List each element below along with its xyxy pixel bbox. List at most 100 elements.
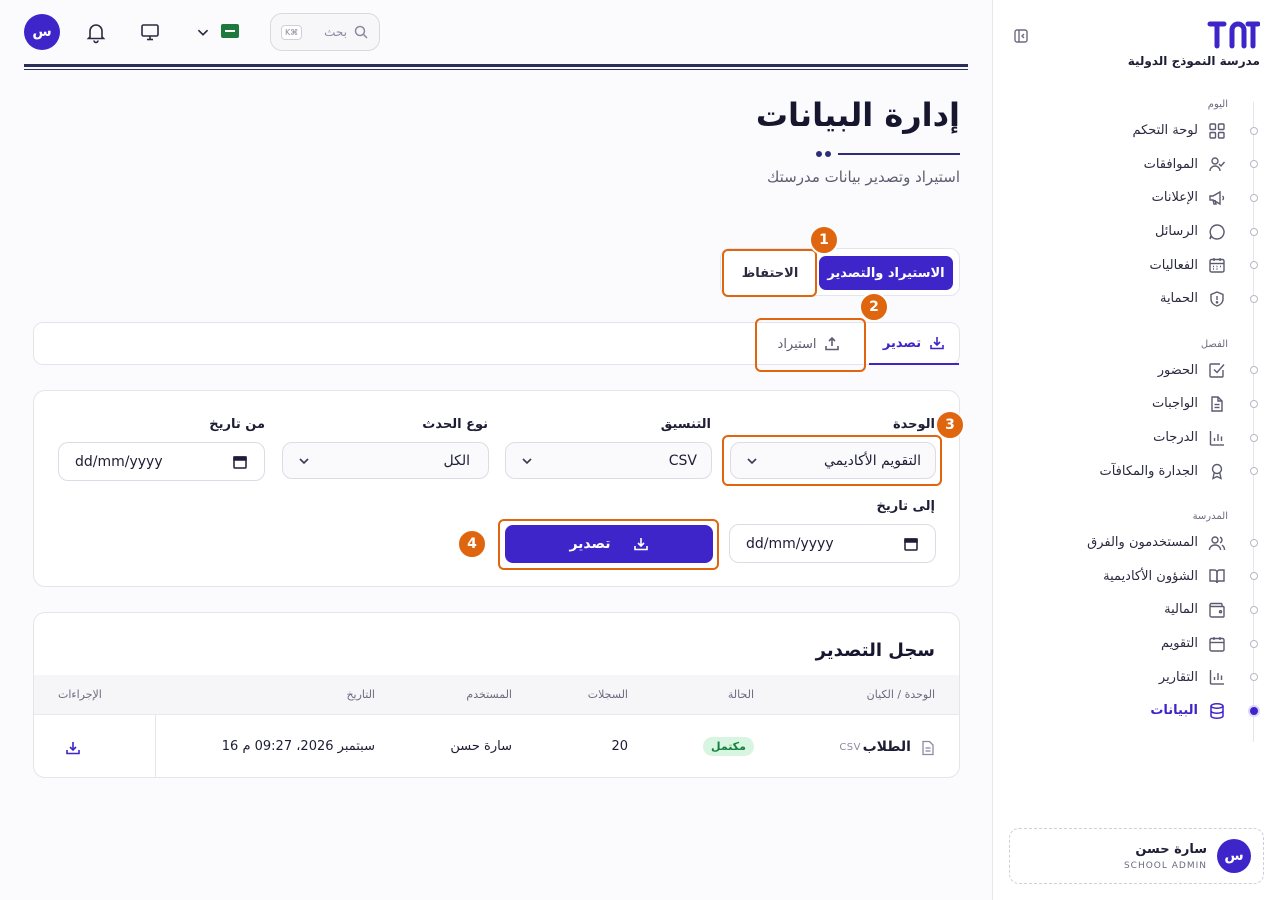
sidebar-item-announcements[interactable]: الإعلانات [992, 181, 1280, 215]
nav-dot [1250, 538, 1258, 547]
column-header-user: المستخدم [466, 688, 512, 701]
sidebar-item-academics[interactable]: الشؤون الأكاديمية [992, 560, 1280, 594]
nav-dot [1250, 399, 1258, 408]
to-date-input[interactable]: dd/mm/yyyy [729, 524, 936, 563]
sidebar-item-calendar[interactable]: التقويم [992, 627, 1280, 661]
calendar-icon[interactable] [232, 454, 248, 470]
column-header-actions: الإجراءات [58, 688, 102, 701]
monitor-icon[interactable] [138, 20, 162, 44]
column-header-date: التاريخ [346, 688, 375, 701]
sidebar-item-label: الحماية [1159, 291, 1198, 307]
format-label: التنسيق [660, 417, 711, 432]
annotation-marker-1: 1 [809, 225, 839, 255]
nav-dot [1250, 366, 1258, 375]
sidebar-item-finance[interactable]: المالية [992, 593, 1280, 627]
search-input[interactable]: بحث K⌘ [270, 13, 380, 51]
bell-icon[interactable] [84, 20, 108, 44]
annotation-marker-2: 2 [859, 292, 889, 322]
from-date-label: من تاريخ [209, 417, 265, 432]
nav-dot [1250, 227, 1258, 236]
sidebar-item-dashboard[interactable]: لوحة التحكم [992, 114, 1280, 148]
chevron-down-icon[interactable] [192, 20, 214, 44]
sidebar-item-data[interactable]: البيانات [992, 694, 1280, 728]
sidebar-item-users[interactable]: المستخدمون والفرق [992, 526, 1280, 560]
download-export-button[interactable] [62, 737, 84, 759]
export-log-title: سجل التصدير [815, 640, 935, 661]
sidebar-item-label: الشؤون الأكاديمية [1103, 568, 1198, 584]
bar-chart-icon [1209, 430, 1224, 446]
table-header: الوحدة / الكيان الحالة السجلات المستخدم … [34, 675, 959, 715]
column-divider [155, 715, 156, 777]
sidebar-item-label: الموافقات [1143, 156, 1198, 172]
school-name: مدرسة النموذج الدولية [1127, 54, 1260, 68]
checkbox-icon [1209, 363, 1225, 379]
format-value: CSV [668, 452, 697, 469]
shield-icon [1210, 291, 1224, 307]
tab-export[interactable]: تصدير [869, 323, 959, 365]
language-flag-icon[interactable] [221, 24, 239, 38]
format-select[interactable]: CSV [505, 442, 712, 479]
nav-dot [1250, 193, 1258, 202]
bar-chart-icon [1209, 670, 1224, 685]
header-divider-thin [24, 69, 968, 70]
dashboard-icon [1209, 123, 1225, 139]
keyboard-shortcut: K⌘ [281, 24, 303, 40]
nav-section-class: الفصل [1200, 338, 1228, 350]
row-date: 16 سبتمبر 2026، 09:27 م [221, 739, 375, 754]
user-meta: سارة حسن SCHOOL ADMIN [1124, 842, 1207, 871]
sidebar-item-label: الرسائل [1154, 224, 1198, 240]
annotation-highlight-3 [722, 435, 942, 486]
sidebar-item-label: لوحة التحكم [1132, 123, 1198, 139]
records-count: 20 [611, 739, 628, 754]
sidebar-item-homework[interactable]: الواجبات [992, 387, 1280, 421]
tab-import-export[interactable]: الاستيراد والتصدير [819, 256, 953, 290]
collapse-sidebar-icon[interactable] [1013, 28, 1029, 44]
nav-dot [1250, 160, 1258, 169]
nav-dot [1250, 673, 1258, 682]
sidebar-item-protection[interactable]: الحماية [992, 282, 1280, 316]
export-filter-card: الوحدة التقويم الأكاديمي التنسيق CSV نوع… [33, 390, 960, 587]
sidebar-item-label: الحضور [1157, 362, 1198, 378]
sidebar-item-label: التقارير [1158, 669, 1198, 685]
sidebar-item-reports[interactable]: التقارير [992, 660, 1280, 694]
column-header-status: الحالة [727, 688, 754, 701]
user-role: SCHOOL ADMIN [1123, 860, 1207, 871]
database-icon [1210, 702, 1224, 719]
sidebar-nav: اليوم لوحة التحكم الموافقات الإعلانات ال… [992, 96, 1280, 742]
nav-dot [1250, 294, 1258, 303]
event-type-select[interactable]: الكل [282, 442, 489, 479]
top-avatar[interactable]: س [24, 14, 60, 50]
avatar: س [1217, 839, 1251, 873]
column-header-records: السجلات [587, 688, 628, 701]
nav-dot [1250, 126, 1258, 135]
sidebar-item-label: الدرجات [1153, 430, 1198, 446]
users-icon [1208, 536, 1226, 550]
title-underline [816, 151, 960, 157]
to-date-placeholder: dd/mm/yyyy [746, 535, 834, 552]
megaphone-icon [1209, 190, 1225, 206]
header-divider [24, 64, 968, 67]
page-title: إدارة البيانات [755, 96, 960, 134]
sidebar-item-merits[interactable]: الجدارة والمكافآت [992, 454, 1280, 488]
from-date-input[interactable]: dd/mm/yyyy [58, 442, 265, 481]
row-user: سارة حسن [450, 739, 512, 754]
sidebar-item-label: الجدارة والمكافآت [1099, 463, 1198, 479]
sidebar-item-label: البيانات [1150, 703, 1198, 719]
sidebar-item-grades[interactable]: الدرجات [992, 421, 1280, 455]
sidebar-item-events[interactable]: الفعاليات [992, 248, 1280, 282]
chevron-down-icon [522, 457, 532, 464]
sidebar-item-attendance[interactable]: الحضور [992, 354, 1280, 388]
user-card[interactable]: سارة حسن SCHOOL ADMIN س [1009, 828, 1264, 884]
sidebar-item-approvals[interactable]: الموافقات [992, 148, 1280, 182]
sidebar: مدرسة النموذج الدولية اليوم لوحة التحكم … [992, 0, 1280, 900]
sidebar-item-messages[interactable]: الرسائل [992, 215, 1280, 249]
user-name: سارة حسن [1135, 841, 1207, 857]
sidebar-item-label: المستخدمون والفرق [1087, 535, 1198, 551]
nav-dot [1250, 639, 1258, 648]
nav-section-school: المدرسة [1192, 510, 1228, 522]
school-logo [1207, 21, 1260, 49]
status-badge: مكتمل [703, 737, 754, 756]
column-header-entity: الوحدة / الكيان [866, 688, 935, 701]
search-placeholder: بحث [324, 25, 347, 39]
calendar-icon[interactable] [903, 536, 919, 552]
